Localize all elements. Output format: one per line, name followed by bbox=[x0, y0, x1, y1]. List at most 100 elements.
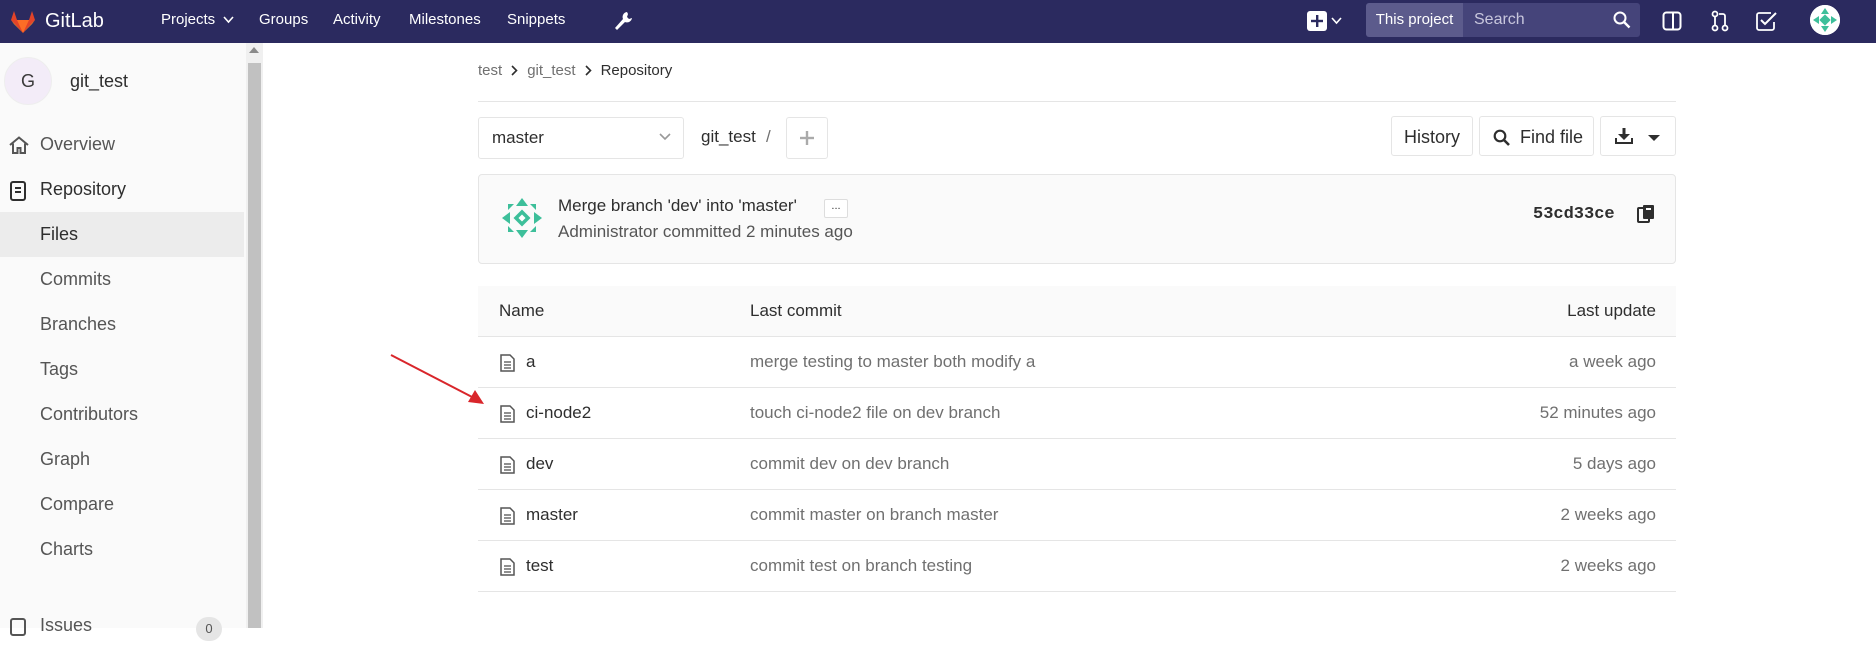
annotation-arrow-icon bbox=[388, 352, 488, 408]
file-last-commit-link[interactable]: commit test on branch testing bbox=[750, 541, 972, 591]
file-last-update: 2 weeks ago bbox=[1560, 505, 1656, 524]
table-row[interactable]: dev commit dev on dev branch 5 days ago bbox=[478, 439, 1676, 490]
path-root-link[interactable]: git_test bbox=[701, 117, 756, 157]
copy-icon[interactable] bbox=[1637, 204, 1655, 224]
sidebar-item-compare[interactable]: Compare bbox=[0, 482, 244, 527]
add-to-tree-button[interactable] bbox=[786, 117, 828, 159]
breadcrumb: test git_test Repository bbox=[478, 62, 672, 79]
table-header: Name Last commit Last update bbox=[478, 286, 1676, 337]
sidebar-item-label: Issues bbox=[40, 615, 93, 635]
issues-count-badge: 0 bbox=[196, 617, 222, 641]
download-dropdown-button[interactable] bbox=[1600, 116, 1676, 156]
sidebar-item-overview[interactable]: Overview bbox=[0, 122, 244, 167]
scrollbar-thumb[interactable] bbox=[248, 63, 261, 628]
sidebar-item-issues[interactable]: Issues 0 bbox=[0, 603, 244, 648]
sidebar-item-label: Tags bbox=[40, 359, 79, 379]
file-name-link[interactable]: test bbox=[526, 541, 553, 591]
sidebar-item-tags[interactable]: Tags bbox=[0, 347, 244, 392]
commit-meta: Administrator committed 2 minutes ago bbox=[558, 222, 853, 241]
sidebar-item-label: Compare bbox=[40, 494, 115, 514]
commit-sha[interactable]: 53cd33ce bbox=[1533, 205, 1615, 224]
divider bbox=[478, 101, 1676, 102]
file-icon bbox=[500, 456, 515, 474]
sidebar-item-files[interactable]: Files bbox=[0, 212, 244, 257]
sidebar-item-branches[interactable]: Branches bbox=[0, 302, 244, 347]
file-name-link[interactable]: ci-node2 bbox=[526, 388, 591, 438]
sidebar-item-label: Graph bbox=[40, 449, 91, 469]
brand[interactable]: GitLab bbox=[10, 0, 104, 43]
new-dropdown[interactable] bbox=[1304, 8, 1344, 34]
find-file-label: Find file bbox=[1520, 127, 1584, 147]
search-box bbox=[1463, 3, 1640, 37]
sidebar-item-repository[interactable]: Repository bbox=[0, 167, 244, 212]
nav-activity[interactable]: Activity bbox=[333, 0, 381, 43]
file-name-link[interactable]: a bbox=[526, 337, 535, 387]
home-icon bbox=[9, 136, 29, 154]
sidebar-item-label: Charts bbox=[40, 539, 94, 559]
scroll-up-arrow-icon[interactable] bbox=[249, 47, 259, 53]
breadcrumb-item[interactable]: test bbox=[478, 62, 502, 79]
nav-snippets[interactable]: Snippets bbox=[507, 0, 565, 43]
file-last-commit-link[interactable]: commit dev on dev branch bbox=[750, 439, 949, 489]
wrench-icon[interactable] bbox=[610, 8, 636, 34]
search-icon[interactable] bbox=[1613, 11, 1631, 29]
sidebar-toggle-icon[interactable] bbox=[1659, 8, 1685, 34]
file-name-link[interactable]: master bbox=[526, 490, 578, 540]
file-tree-table: Name Last commit Last update a merge tes… bbox=[478, 286, 1676, 592]
chevron-down-icon bbox=[1330, 17, 1342, 25]
sidebar-item-graph[interactable]: Graph bbox=[0, 437, 244, 482]
project-name: git_test bbox=[70, 70, 129, 91]
column-header-name: Name bbox=[499, 301, 545, 320]
sidebar-item-label: Overview bbox=[40, 134, 116, 154]
file-last-commit-link[interactable]: commit master on branch master bbox=[750, 490, 998, 540]
find-file-button[interactable]: Find file bbox=[1479, 116, 1594, 156]
file-name-link[interactable]: dev bbox=[526, 439, 553, 489]
chevron-right-icon bbox=[511, 65, 518, 76]
merge-request-icon[interactable] bbox=[1707, 8, 1733, 34]
table-row[interactable]: master commit master on branch master 2 … bbox=[478, 490, 1676, 541]
column-header-last-commit: Last commit bbox=[750, 301, 842, 320]
history-button[interactable]: History bbox=[1391, 116, 1473, 156]
column-header-last-update: Last update bbox=[1567, 301, 1656, 320]
path-separator: / bbox=[766, 127, 771, 146]
commit-title[interactable]: Merge branch 'dev' into 'master' bbox=[558, 196, 797, 216]
file-last-commit-link[interactable]: touch ci-node2 file on dev branch bbox=[750, 388, 1000, 438]
project-sidebar: G git_test Overview Repository Files Com… bbox=[0, 43, 247, 641]
project-avatar: G bbox=[4, 57, 52, 105]
branch-select[interactable]: master bbox=[478, 117, 684, 159]
gitlab-logo-icon bbox=[10, 10, 36, 34]
sidebar-project-header[interactable]: G git_test bbox=[4, 57, 128, 105]
file-last-update: 52 minutes ago bbox=[1539, 403, 1656, 422]
plus-icon bbox=[800, 131, 814, 145]
nav-milestones[interactable]: Milestones bbox=[409, 0, 481, 43]
file-icon bbox=[500, 354, 515, 372]
commit-author-avatar[interactable] bbox=[500, 196, 544, 240]
sidebar-item-contributors[interactable]: Contributors bbox=[0, 392, 244, 437]
top-navbar: GitLab Projects Groups Activity Mileston… bbox=[0, 0, 1876, 43]
search-scope-badge[interactable]: This project bbox=[1366, 3, 1463, 37]
table-row[interactable]: ci-node2 touch ci-node2 file on dev bran… bbox=[478, 388, 1676, 439]
chevron-down-icon bbox=[223, 16, 234, 24]
search-input[interactable] bbox=[1463, 3, 1614, 37]
sidebar-item-charts[interactable]: Charts bbox=[0, 527, 244, 572]
nav-projects[interactable]: Projects bbox=[161, 0, 234, 43]
breadcrumb-item[interactable]: git_test bbox=[527, 62, 575, 79]
file-icon bbox=[500, 507, 515, 525]
file-last-commit-link[interactable]: merge testing to master both modify a bbox=[750, 337, 1035, 387]
todo-check-icon[interactable] bbox=[1754, 8, 1780, 34]
file-icon bbox=[500, 558, 515, 576]
breadcrumb-item-current[interactable]: Repository bbox=[601, 62, 673, 79]
commit-expand-button[interactable]: ... bbox=[824, 199, 848, 218]
chevron-down-icon bbox=[659, 133, 671, 141]
search-icon bbox=[1493, 129, 1510, 146]
table-row[interactable]: a merge testing to master both modify a … bbox=[478, 337, 1676, 388]
table-row[interactable]: test commit test on branch testing 2 wee… bbox=[478, 541, 1676, 592]
nav-groups[interactable]: Groups bbox=[259, 0, 308, 43]
caret-down-icon bbox=[1648, 135, 1660, 141]
sidebar-item-commits[interactable]: Commits bbox=[0, 257, 244, 302]
sidebar-scrollbar[interactable] bbox=[246, 43, 263, 628]
user-avatar[interactable] bbox=[1810, 5, 1840, 35]
file-last-update: a week ago bbox=[1569, 352, 1656, 371]
sidebar-item-label: Commits bbox=[40, 269, 111, 289]
issues-icon bbox=[9, 617, 27, 637]
